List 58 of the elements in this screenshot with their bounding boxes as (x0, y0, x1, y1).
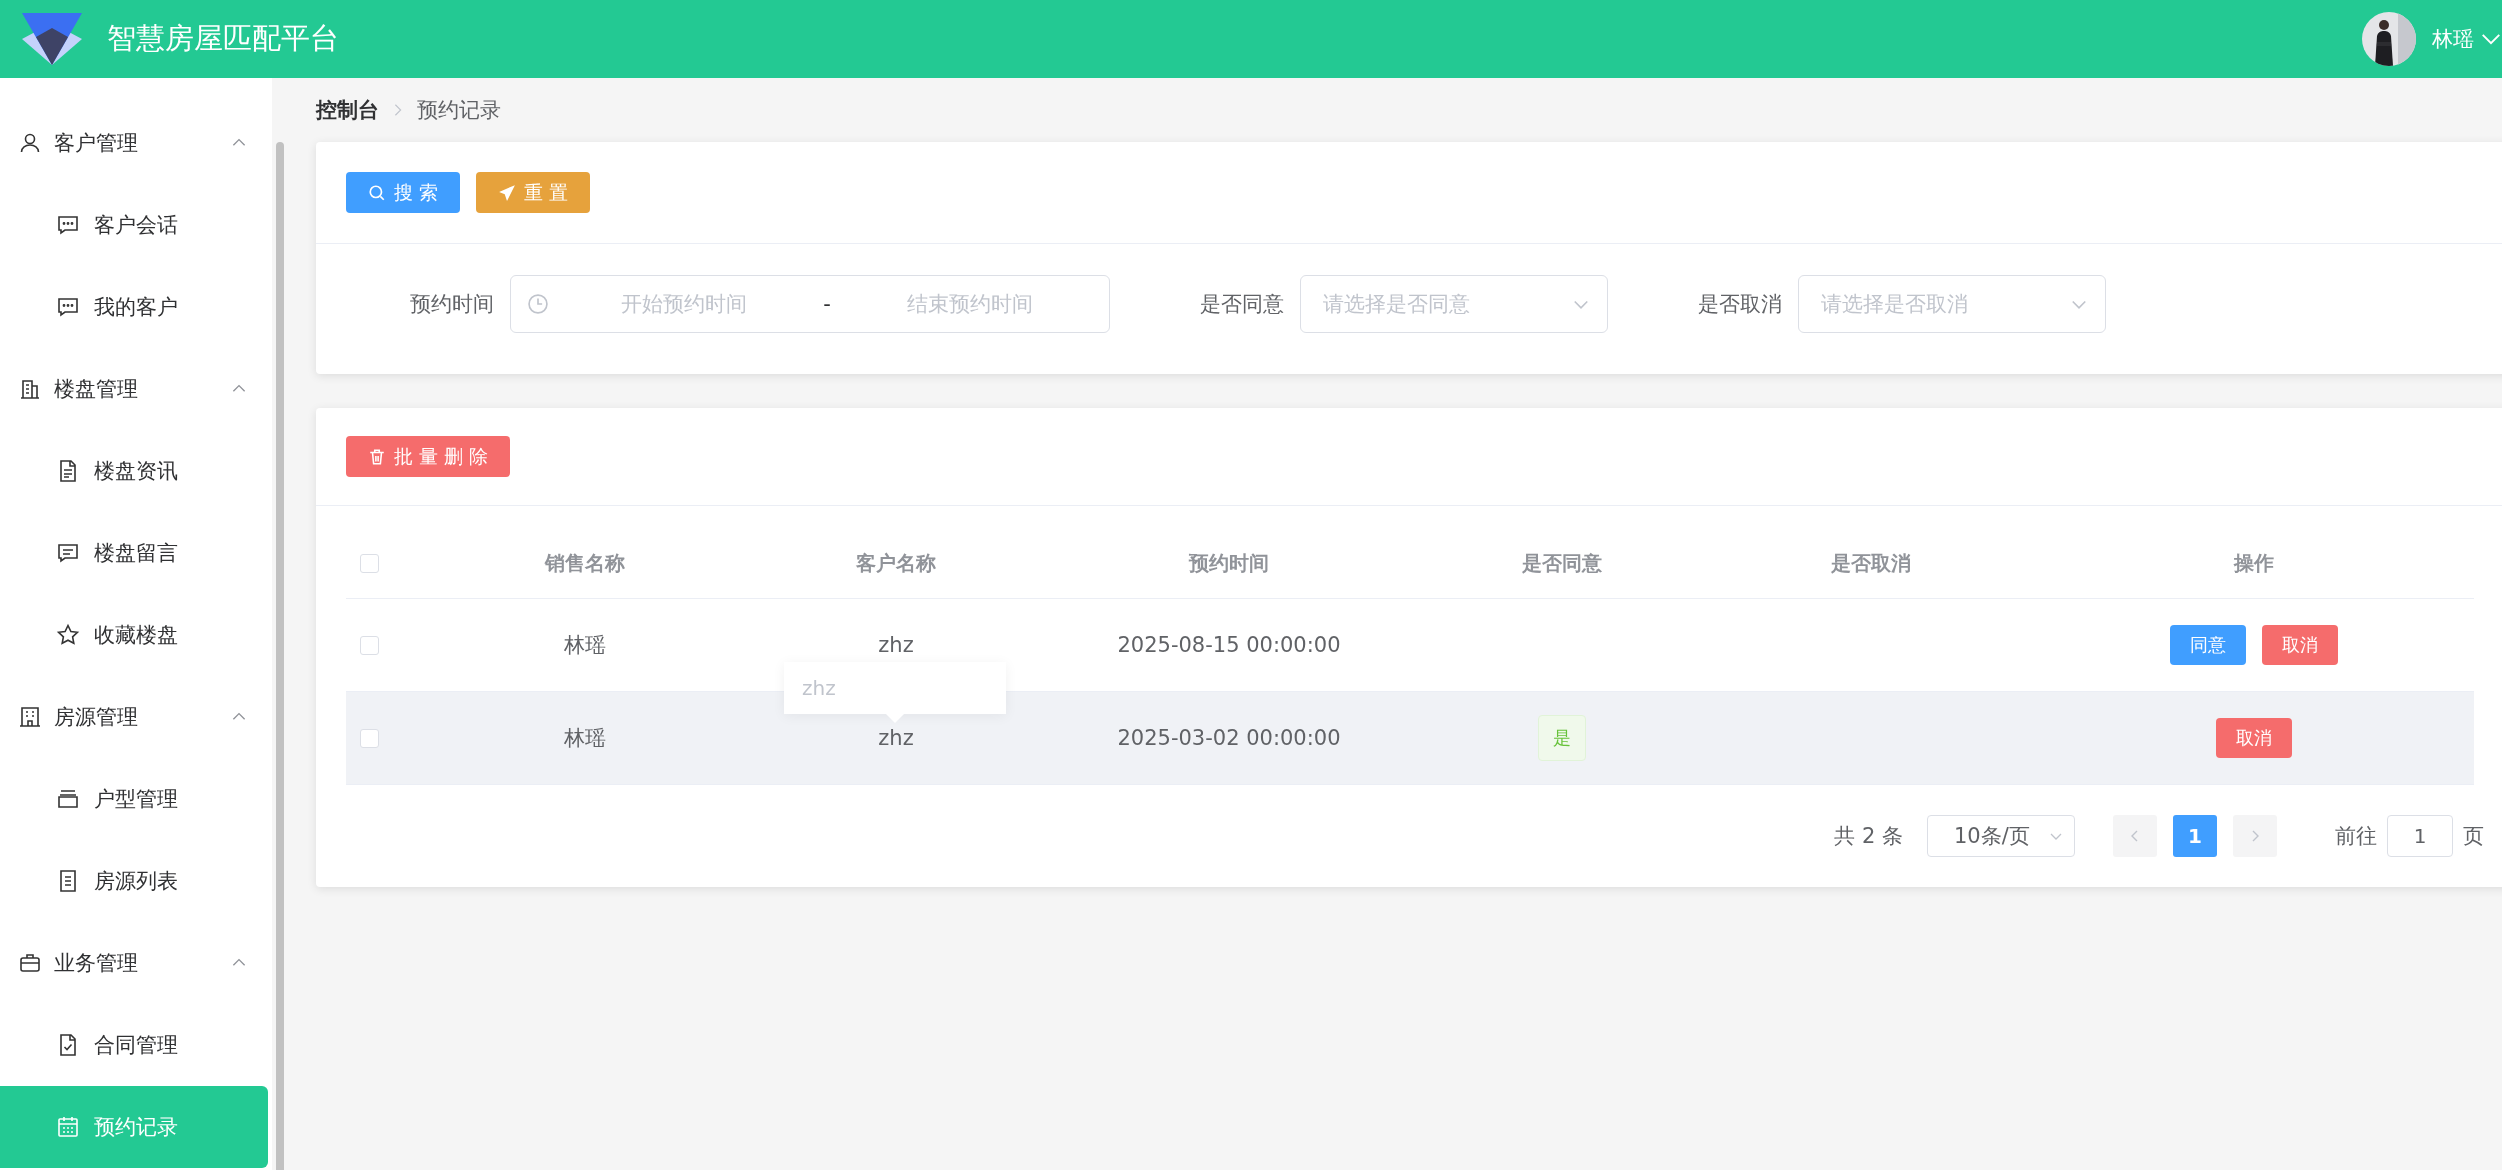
checkbox[interactable] (360, 728, 379, 748)
menu-item[interactable]: 楼盘留言 (0, 512, 268, 594)
menu-item[interactable]: 楼盘资讯 (0, 430, 268, 512)
page-suffix: 页 (2463, 823, 2484, 850)
star-icon (56, 623, 80, 647)
clock-icon (527, 293, 549, 315)
menu-item[interactable]: 我的客户 (0, 266, 268, 348)
column-header: 销售名称 (545, 549, 625, 577)
column-header: 预约时间 (1189, 549, 1269, 577)
page-input[interactable]: 1 (2387, 815, 2453, 857)
tray-icon (56, 787, 80, 811)
table-cell: zhz (878, 726, 914, 750)
filter-label: 是否同意 (1200, 291, 1285, 318)
table-cell-text: 林瑶 (564, 632, 606, 659)
send-icon (498, 183, 517, 202)
column-header: 是否同意 (1522, 549, 1602, 577)
prev-page-button[interactable] (2113, 815, 2157, 857)
table-cell-text: 林瑶 (564, 725, 606, 752)
calendar-icon (56, 1115, 80, 1139)
column-header: 是否取消 (1831, 549, 1911, 577)
checkbox[interactable] (360, 553, 379, 573)
menu-group[interactable]: 客户管理 (0, 102, 272, 184)
checkbox[interactable] (360, 635, 379, 655)
breadcrumb-item[interactable]: 控制台 (316, 96, 379, 124)
table-cell: zhz (878, 633, 914, 657)
menu-item[interactable]: 客户会话 (0, 184, 268, 266)
filter-label: 是否取消 (1698, 291, 1783, 318)
filter-label: 预约时间 (409, 291, 495, 318)
logo-icon (22, 13, 82, 65)
page-size-select[interactable]: 10条/页 (1927, 815, 2075, 857)
scrollbar[interactable] (276, 142, 284, 1170)
menu-group[interactable]: 楼盘管理 (0, 348, 272, 430)
next-page-button[interactable] (2233, 815, 2277, 857)
menu-group[interactable]: 房源管理 (0, 676, 272, 758)
person-icon (18, 131, 42, 155)
breadcrumb-item: 预约记录 (417, 97, 501, 124)
search-icon (368, 183, 386, 202)
chat-icon (56, 213, 80, 237)
menu-item[interactable]: 户型管理 (0, 758, 268, 840)
chat-icon (56, 295, 80, 319)
total-count: 共 2 条 (1834, 823, 1903, 850)
briefcase-icon (18, 951, 42, 975)
status-tag: 是 (1538, 715, 1586, 761)
table-cell: 2025-03-02 00:00:00 (1117, 726, 1341, 750)
menu-group[interactable]: 业务管理 (0, 922, 272, 1004)
date-range-field[interactable]: 开始预约时间 - 结束预约时间 (510, 275, 1110, 333)
column-header: 操作 (2234, 549, 2274, 577)
building-icon (18, 705, 42, 729)
menu-item[interactable]: 合同管理 (0, 1004, 268, 1086)
menu-item[interactable]: 房源列表 (0, 840, 268, 922)
message-icon (56, 541, 80, 565)
building-icon (18, 377, 42, 401)
app-title: 智慧房屋匹配平台 (107, 20, 339, 57)
trash-icon (368, 447, 386, 466)
goto-label: 前往 (2335, 823, 2377, 850)
menu-item[interactable]: 收藏楼盘 (0, 594, 268, 676)
column-header: 客户名称 (856, 549, 936, 577)
table-cell: 2025-08-15 00:00:00 (1117, 633, 1341, 657)
